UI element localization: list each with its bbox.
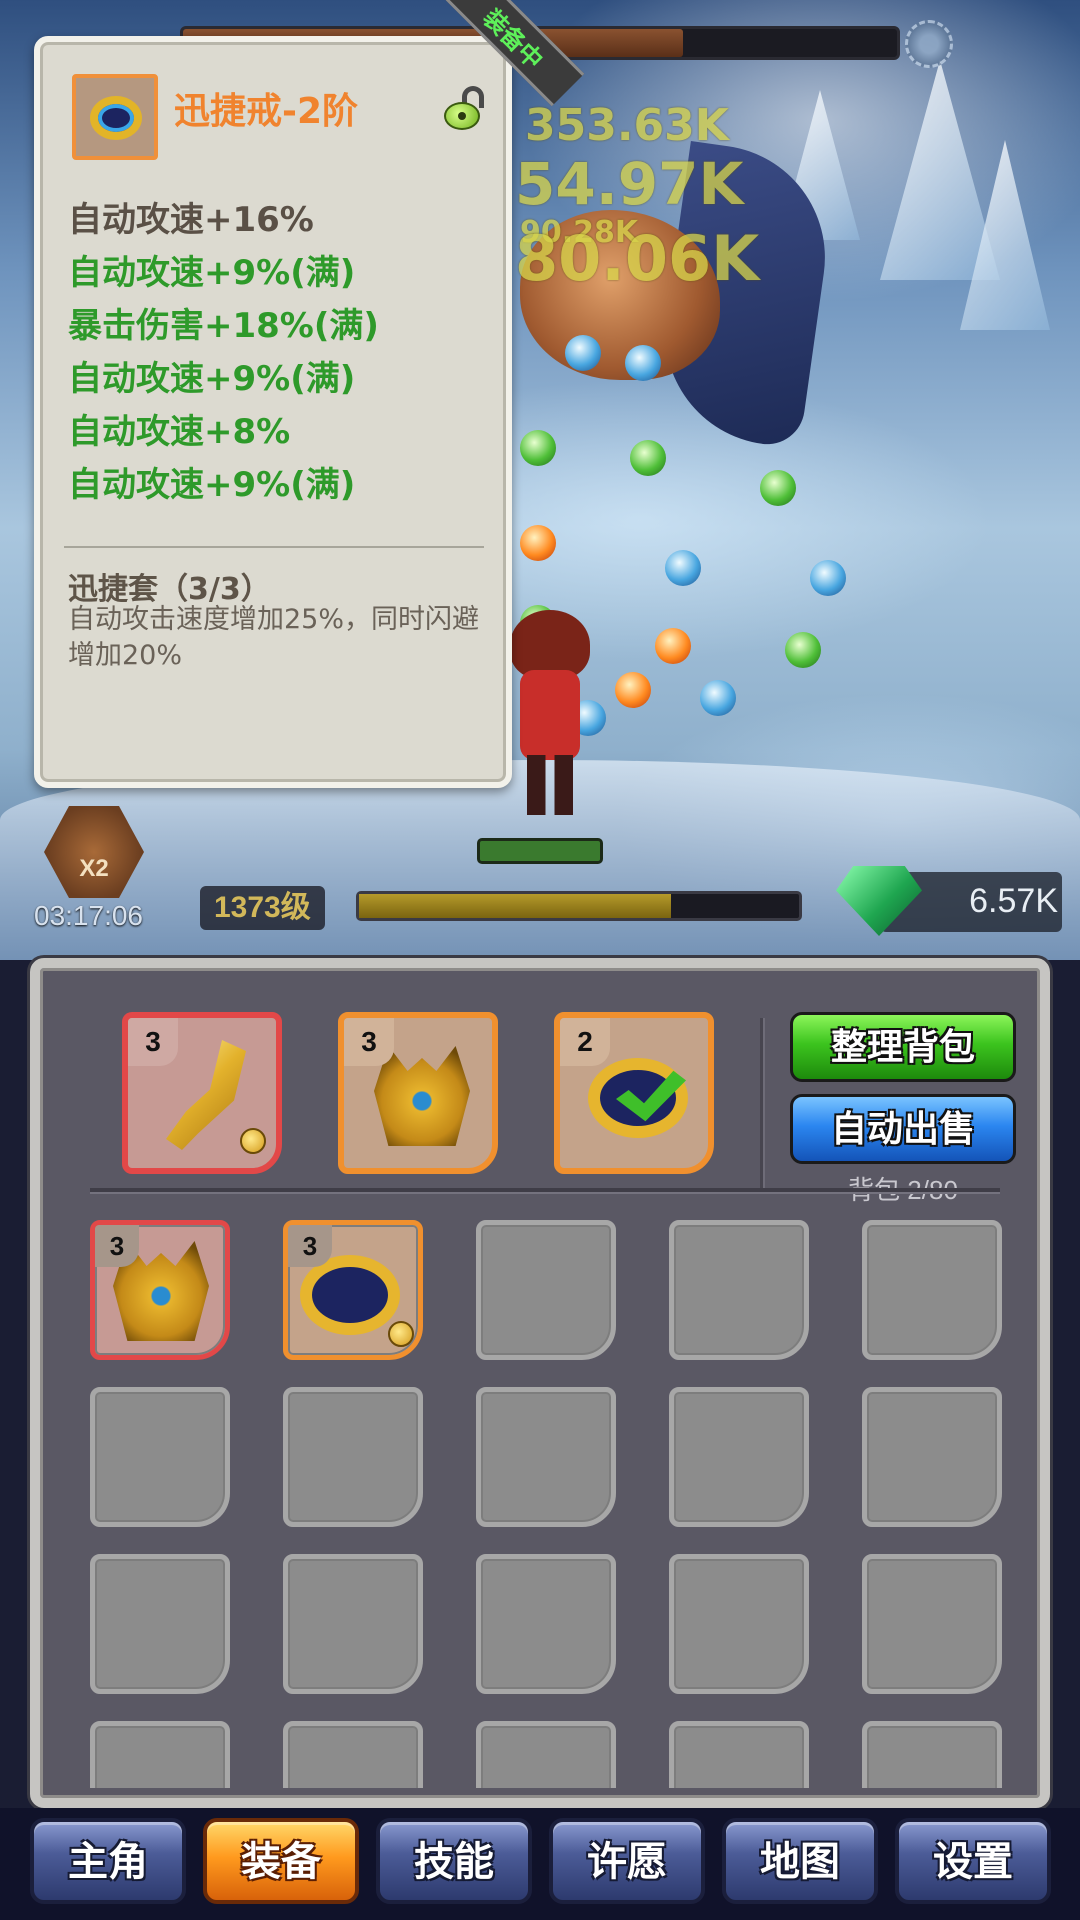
sort-bag-button[interactable]: 整理背包 bbox=[790, 1012, 1016, 1082]
equip-slot-weapon[interactable]: 3 bbox=[122, 1012, 282, 1174]
bag-slot-empty[interactable] bbox=[476, 1387, 616, 1527]
auto-sell-button[interactable]: 自动出售 bbox=[790, 1094, 1016, 1164]
item-name: 迅捷戒-2阶 bbox=[174, 91, 358, 132]
tab-hero[interactable]: 主角 bbox=[30, 1818, 186, 1904]
projectile-orb bbox=[655, 628, 691, 664]
divider bbox=[760, 1018, 763, 1188]
bag-slot-empty[interactable] bbox=[90, 1554, 230, 1694]
bag-slot-item[interactable]: 3 bbox=[90, 1220, 230, 1360]
gear-icon[interactable] bbox=[905, 20, 953, 68]
stat-line: 自动攻速+8% bbox=[68, 412, 291, 452]
stat-line: 自动攻速+9%(满) bbox=[68, 359, 356, 399]
bag-slot-empty[interactable] bbox=[669, 1554, 809, 1694]
bag-slot-empty[interactable] bbox=[669, 1387, 809, 1527]
equip-slot-helmet[interactable]: 3 bbox=[338, 1012, 498, 1174]
ring-icon bbox=[300, 1255, 400, 1335]
inventory-panel: 3 3 2 整理背包 自动出售 背包 2/80 33 bbox=[30, 958, 1050, 1808]
ring-icon bbox=[90, 96, 142, 140]
bag-slot-empty[interactable] bbox=[476, 1554, 616, 1694]
xp-bar bbox=[356, 891, 802, 921]
item-count: 3 bbox=[288, 1225, 332, 1267]
ring-icon bbox=[588, 1058, 688, 1138]
tab-settings[interactable]: 设置 bbox=[895, 1818, 1051, 1904]
divider bbox=[64, 546, 484, 548]
projectile-orb bbox=[760, 470, 796, 506]
divider bbox=[90, 1188, 1000, 1192]
item-count: 3 bbox=[128, 1018, 178, 1066]
projectile-orb bbox=[665, 550, 701, 586]
stat-line: 暴击伤害+18%(满) bbox=[68, 306, 379, 346]
bag-slot-empty[interactable] bbox=[476, 1220, 616, 1360]
projectile-orb bbox=[520, 430, 556, 466]
projectile-orb bbox=[630, 440, 666, 476]
item-count: 3 bbox=[344, 1018, 394, 1066]
stat-line: 自动攻速+9%(满) bbox=[68, 253, 356, 293]
item-icon bbox=[72, 74, 158, 160]
projectile-orb bbox=[810, 560, 846, 596]
bag-slot-empty[interactable] bbox=[862, 1220, 1002, 1360]
stat-line: 自动攻速+9%(满) bbox=[68, 465, 356, 505]
bag-slot-empty[interactable] bbox=[90, 1387, 230, 1527]
tab-skills[interactable]: 技能 bbox=[376, 1818, 532, 1904]
inventory-inner: 3 3 2 整理背包 自动出售 背包 2/80 33 bbox=[50, 978, 1030, 1788]
potion-multiplier: X2 bbox=[79, 855, 109, 882]
bag-slot-empty[interactable] bbox=[283, 1721, 423, 1788]
damage-number: 80.06K bbox=[515, 222, 760, 295]
player-level: 1373级 bbox=[200, 886, 325, 930]
tab-equipment[interactable]: 装备 bbox=[203, 1818, 359, 1904]
bag-slot-empty[interactable] bbox=[669, 1220, 809, 1360]
unlock-icon[interactable] bbox=[444, 86, 488, 130]
item-count: 3 bbox=[95, 1225, 139, 1267]
bag-slot-empty[interactable] bbox=[862, 1387, 1002, 1527]
item-tooltip: 迅捷戒-2阶 自动攻速+16% 自动攻速+9%(满) 暴击伤害+18%(满) 自动攻速… bbox=[34, 36, 512, 788]
set-description: 自动攻击速度增加25%，同时闪避增加20% bbox=[68, 604, 480, 671]
hero-character bbox=[505, 610, 595, 820]
item-count: 2 bbox=[560, 1018, 610, 1066]
projectile-orb bbox=[625, 345, 661, 381]
hero-hp-bar bbox=[477, 838, 603, 864]
tab-map[interactable]: 地图 bbox=[722, 1818, 878, 1904]
bag-slot-empty[interactable] bbox=[669, 1721, 809, 1788]
bag-slot-empty[interactable] bbox=[862, 1721, 1002, 1788]
stat-line: 自动攻速+16% bbox=[68, 200, 314, 240]
lock-icon bbox=[240, 1128, 266, 1154]
bag-slot-empty[interactable] bbox=[90, 1721, 230, 1788]
bag-slot-empty[interactable] bbox=[283, 1554, 423, 1694]
projectile-orb bbox=[520, 525, 556, 561]
bag-slot-item[interactable]: 3 bbox=[283, 1220, 423, 1360]
bag-slot-empty[interactable] bbox=[476, 1721, 616, 1788]
projectile-orb bbox=[615, 672, 651, 708]
damage-number: 353.63K bbox=[525, 100, 729, 151]
bag-slot-empty[interactable] bbox=[862, 1554, 1002, 1694]
buff-timer: 03:17:06 bbox=[34, 900, 143, 931]
xp-fill bbox=[359, 894, 672, 918]
projectile-orb bbox=[700, 680, 736, 716]
bag-slot-empty[interactable] bbox=[283, 1387, 423, 1527]
damage-number: 54.97K bbox=[515, 150, 744, 218]
projectile-orb bbox=[785, 632, 821, 668]
tab-wish[interactable]: 许愿 bbox=[549, 1818, 705, 1904]
sword-icon bbox=[166, 1040, 246, 1150]
hero-body bbox=[520, 670, 580, 760]
lock-icon bbox=[388, 1321, 414, 1347]
hero-legs bbox=[527, 755, 573, 815]
gem-value: 6.57K bbox=[969, 882, 1058, 920]
equip-slot-ring[interactable]: 2 bbox=[554, 1012, 714, 1174]
lock-keyhole bbox=[458, 112, 466, 120]
projectile-orb bbox=[565, 335, 601, 371]
